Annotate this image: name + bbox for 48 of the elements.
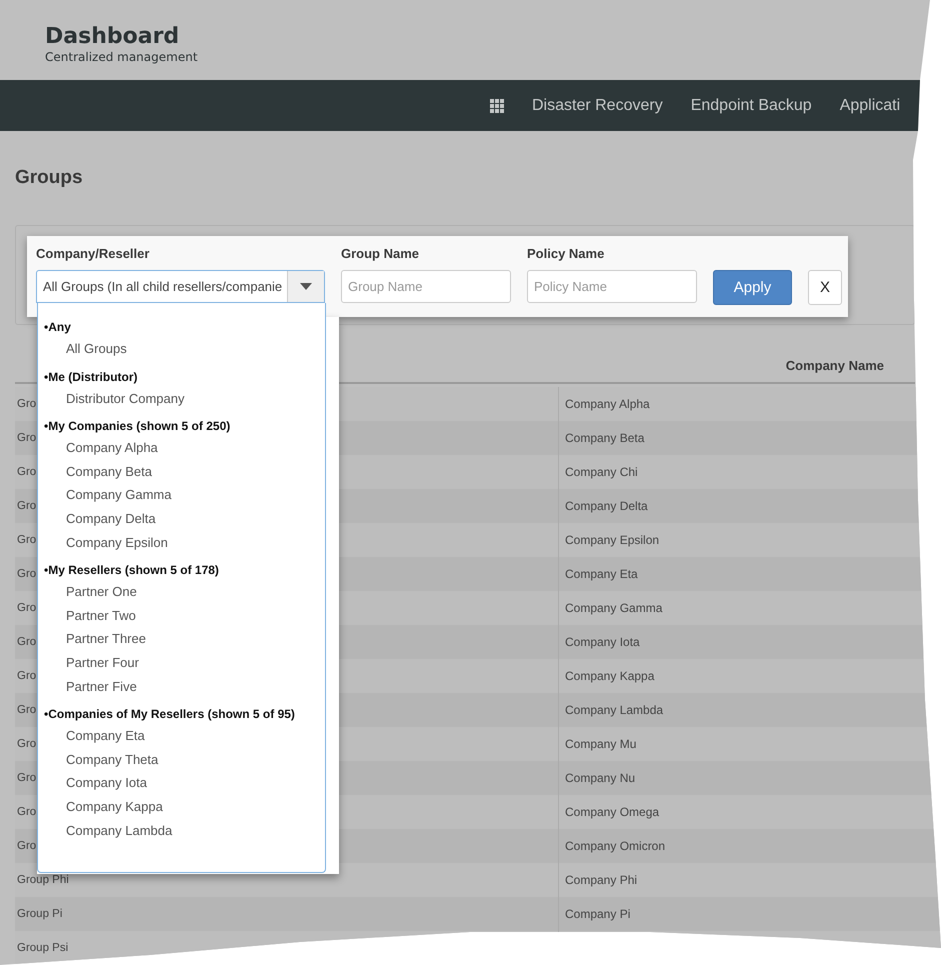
table-cell: Group Psi (15, 931, 559, 965)
option-group-label: •Any (44, 319, 72, 336)
table-cell-text: Company Lambda (564, 702, 664, 719)
table-cell-text: Company Beta (564, 430, 644, 447)
column-header: Company Name (786, 357, 884, 374)
nav-link[interactable]: Endpoint Backup (690, 96, 812, 114)
dropdown-option[interactable]: Company Epsilon (44, 530, 325, 554)
dropdown-option[interactable]: Partner Two (44, 604, 325, 628)
dropdown-option[interactable]: Company Iota (44, 771, 325, 795)
table-cell-text: Company Eta (564, 566, 638, 583)
table-cell-text: Company Gamma (564, 600, 662, 617)
text-field[interactable]: Group Name (341, 270, 511, 303)
field-label: Policy Name (527, 246, 606, 263)
page-title: Groups (14, 166, 84, 190)
table-cell-text: Company Kappa (564, 668, 654, 685)
company-select[interactable]: All Groups (In all child resellers/companie (36, 270, 325, 303)
table-cell-text: Company Iota (564, 634, 640, 651)
table-cell-text: Company Phi (564, 872, 638, 889)
caret-icon (300, 283, 312, 290)
dropdown-option[interactable]: Partner Three (44, 627, 325, 651)
table-cell-text: Company Omicron (564, 838, 666, 855)
app-title: Dashboard (45, 24, 180, 50)
clear-button[interactable]: X (808, 270, 842, 305)
dropdown-option[interactable]: Company Eta (44, 724, 325, 748)
table-cell-text: Company Epsilon (564, 532, 660, 549)
field-label: Company/Reseller (36, 246, 150, 263)
option-group-label: •Me (Distributor) (44, 368, 139, 386)
table-cell-text: Company Chi (564, 464, 638, 481)
table-cell-text: Company Omega (564, 804, 660, 821)
table-cell-text: Company Pi (564, 906, 630, 923)
dropdown-option[interactable]: Distributor Company (44, 386, 325, 410)
text-field[interactable]: Policy Name (527, 270, 697, 303)
apply-button[interactable]: Apply (713, 270, 792, 305)
option-group-label: •My Resellers (shown 5 of 178) (44, 562, 220, 580)
dropdown-option[interactable]: Company Kappa (44, 794, 325, 818)
table-cell-text: Company Nu (564, 770, 636, 787)
dropdown-option[interactable]: Company Beta (44, 460, 325, 484)
nav-link[interactable]: Applicati (840, 96, 900, 114)
table-cell-text: Company Alpha (564, 396, 650, 413)
dropdown-option[interactable]: All Groups (44, 337, 325, 361)
option-group-label: •Companies of My Resellers (shown 5 of 95) (44, 706, 296, 724)
nav-link[interactable]: Disaster Recovery (532, 96, 663, 114)
apps-grid-icon[interactable] (490, 98, 504, 112)
app-subtitle: Centralized management (45, 50, 199, 64)
table-cell-text: Company Delta (564, 498, 648, 515)
table-cell-text: Company Mu (564, 736, 636, 753)
field-label: Group Name (341, 246, 420, 263)
option-group-label: •My Companies (shown 5 of 250) (44, 418, 232, 436)
